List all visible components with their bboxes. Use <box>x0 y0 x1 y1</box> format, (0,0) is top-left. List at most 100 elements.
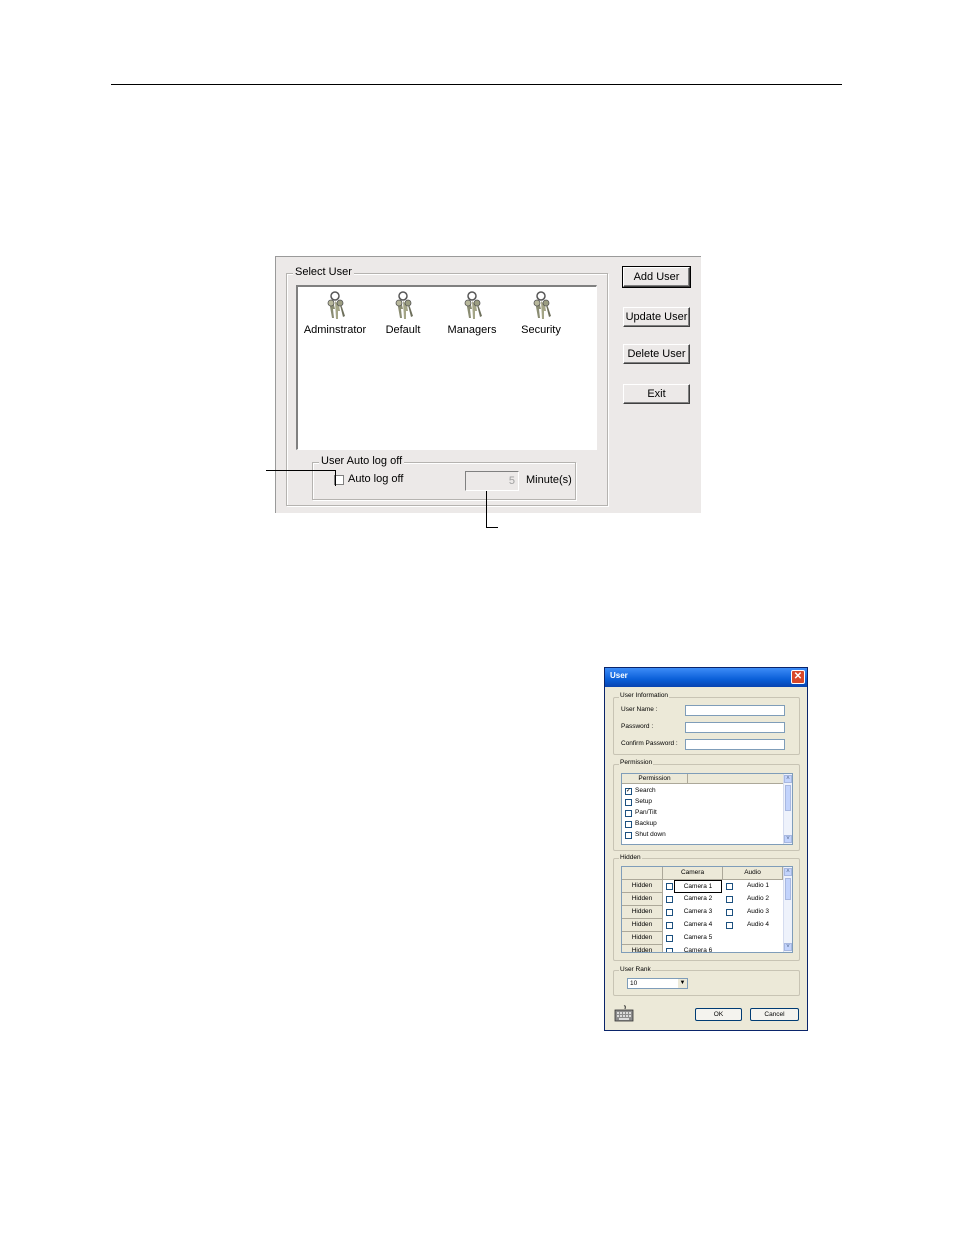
delete-user-button[interactable]: Delete User <box>623 344 690 364</box>
audio-column-header[interactable]: Audio <box>723 867 783 880</box>
scroll-thumb[interactable] <box>785 878 791 900</box>
permission-header-filler <box>688 774 784 784</box>
callout-line-checkbox-drop <box>335 470 336 486</box>
scroll-up-icon[interactable]: ˄ <box>784 868 792 876</box>
camera-checkbox[interactable] <box>666 896 673 903</box>
permission-label: Setup <box>635 798 652 805</box>
auto-logoff-label: Auto log off <box>348 473 404 485</box>
scroll-up-icon[interactable]: ˄ <box>784 775 792 783</box>
camera-checkbox[interactable] <box>666 948 673 952</box>
audio-cell: Audio 2 <box>746 895 770 902</box>
grid-corner <box>622 867 663 880</box>
callout-line-minutes-tail <box>486 527 498 528</box>
select-user-dialog: Select User Adminstrator Default Manager… <box>275 256 701 513</box>
user-list[interactable]: Adminstrator Default Managers Security <box>296 285 597 450</box>
camera-cell: Camera 6 <box>683 947 713 953</box>
hidden-grid[interactable]: Camera Audio Hidden Camera 1 Audio 1 Hid… <box>621 866 793 953</box>
confirm-password-label: Confirm Password : <box>621 740 678 747</box>
dialog-title: User <box>610 671 628 680</box>
camera-cell: Camera 3 <box>683 908 713 915</box>
chevron-down-icon[interactable]: ▼ <box>678 979 687 988</box>
row-label: Hidden <box>622 919 663 932</box>
camera-checkbox[interactable] <box>666 935 673 942</box>
camera-cell: Camera 5 <box>683 934 713 941</box>
keyboard-button[interactable] <box>614 1005 634 1022</box>
audio-cell: Audio 3 <box>746 908 770 915</box>
camera-cell: Camera 2 <box>683 895 713 902</box>
permission-list[interactable]: Permission ✓ Search Setup Pan/Tilt Backu… <box>621 773 793 845</box>
user-information-legend: User Information <box>619 692 670 699</box>
cancel-button[interactable]: Cancel <box>750 1008 799 1021</box>
keys-icon <box>464 291 482 319</box>
callout-line-minutes <box>486 491 487 528</box>
row-label: Hidden <box>622 932 663 945</box>
minutes-input[interactable]: 5 <box>465 471 519 491</box>
permission-column-header[interactable]: Permission <box>622 774 688 784</box>
camera-cell: Camera 1 <box>674 880 722 893</box>
close-icon: ✕ <box>793 671 803 682</box>
scroll-thumb[interactable] <box>785 785 791 811</box>
user-name-input[interactable] <box>685 705 785 716</box>
auto-logoff-legend: User Auto log off <box>319 455 405 467</box>
row-label: Hidden <box>622 880 663 893</box>
close-button[interactable]: ✕ <box>791 670 805 684</box>
camera-column-header[interactable]: Camera <box>663 867 723 880</box>
add-user-button[interactable]: Add User <box>622 266 691 288</box>
keys-icon <box>327 291 345 319</box>
audio-checkbox[interactable] <box>726 896 733 903</box>
update-user-button[interactable]: Update User <box>623 307 690 327</box>
permission-checkbox-setup[interactable] <box>625 799 632 806</box>
keys-icon <box>533 291 551 319</box>
user-name-label: User Name : <box>621 706 658 713</box>
row-label: Hidden <box>622 893 663 906</box>
confirm-password-input[interactable] <box>685 739 785 750</box>
scroll-down-icon[interactable]: ˅ <box>784 835 792 843</box>
keyboard-icon <box>614 1005 634 1022</box>
permission-checkbox-pantilt[interactable] <box>625 810 632 817</box>
password-input[interactable] <box>685 722 785 733</box>
camera-cell: Camera 4 <box>683 921 713 928</box>
hidden-scrollbar[interactable]: ˄ ˅ <box>783 867 792 952</box>
minutes-unit-label: Minute(s) <box>526 474 572 486</box>
permission-label: Shut down <box>635 831 666 838</box>
permission-label: Backup <box>635 820 657 827</box>
camera-checkbox[interactable] <box>666 883 673 890</box>
permission-checkbox-backup[interactable] <box>625 821 632 828</box>
row-label: Hidden <box>622 945 663 952</box>
permission-checkbox-shutdown[interactable] <box>625 832 632 839</box>
scroll-down-icon[interactable]: ˅ <box>784 943 792 951</box>
user-label: Security <box>521 324 561 336</box>
password-label: Password : <box>621 723 654 730</box>
user-item-security[interactable]: Security <box>508 291 574 336</box>
user-rank-value: 10 <box>630 980 638 987</box>
callout-line-checkbox <box>266 470 336 471</box>
user-item-adminstrator[interactable]: Adminstrator <box>302 291 368 336</box>
permission-label: Pan/Tilt <box>635 809 657 816</box>
user-item-default[interactable]: Default <box>370 291 436 336</box>
permission-legend: Permission <box>619 759 654 766</box>
audio-checkbox[interactable] <box>726 922 733 929</box>
user-dialog: User ✕ User Information User Name : Pass… <box>604 667 808 1031</box>
user-label: Managers <box>447 324 497 336</box>
camera-checkbox[interactable] <box>666 922 673 929</box>
keys-icon <box>395 291 413 319</box>
audio-cell: Audio 1 <box>746 882 770 889</box>
title-bar: User ✕ <box>605 668 807 687</box>
audio-checkbox[interactable] <box>726 883 733 890</box>
hidden-legend: Hidden <box>619 854 642 861</box>
header-rule <box>111 84 842 85</box>
user-label: Adminstrator <box>303 324 367 336</box>
audio-checkbox[interactable] <box>726 909 733 916</box>
row-label: Hidden <box>622 906 663 919</box>
permission-scrollbar[interactable]: ˄ ˅ <box>783 774 792 844</box>
user-label: Default <box>385 324 421 336</box>
user-rank-select[interactable]: 10 ▼ <box>627 978 688 989</box>
permission-checkbox-search[interactable]: ✓ <box>625 788 632 795</box>
exit-button[interactable]: Exit <box>623 384 690 404</box>
checkmark-icon: ✓ <box>626 788 632 794</box>
user-rank-legend: User Rank <box>619 966 652 973</box>
user-item-managers[interactable]: Managers <box>439 291 505 336</box>
select-user-legend: Select User <box>293 266 354 278</box>
ok-button[interactable]: OK <box>695 1008 742 1021</box>
camera-checkbox[interactable] <box>666 909 673 916</box>
